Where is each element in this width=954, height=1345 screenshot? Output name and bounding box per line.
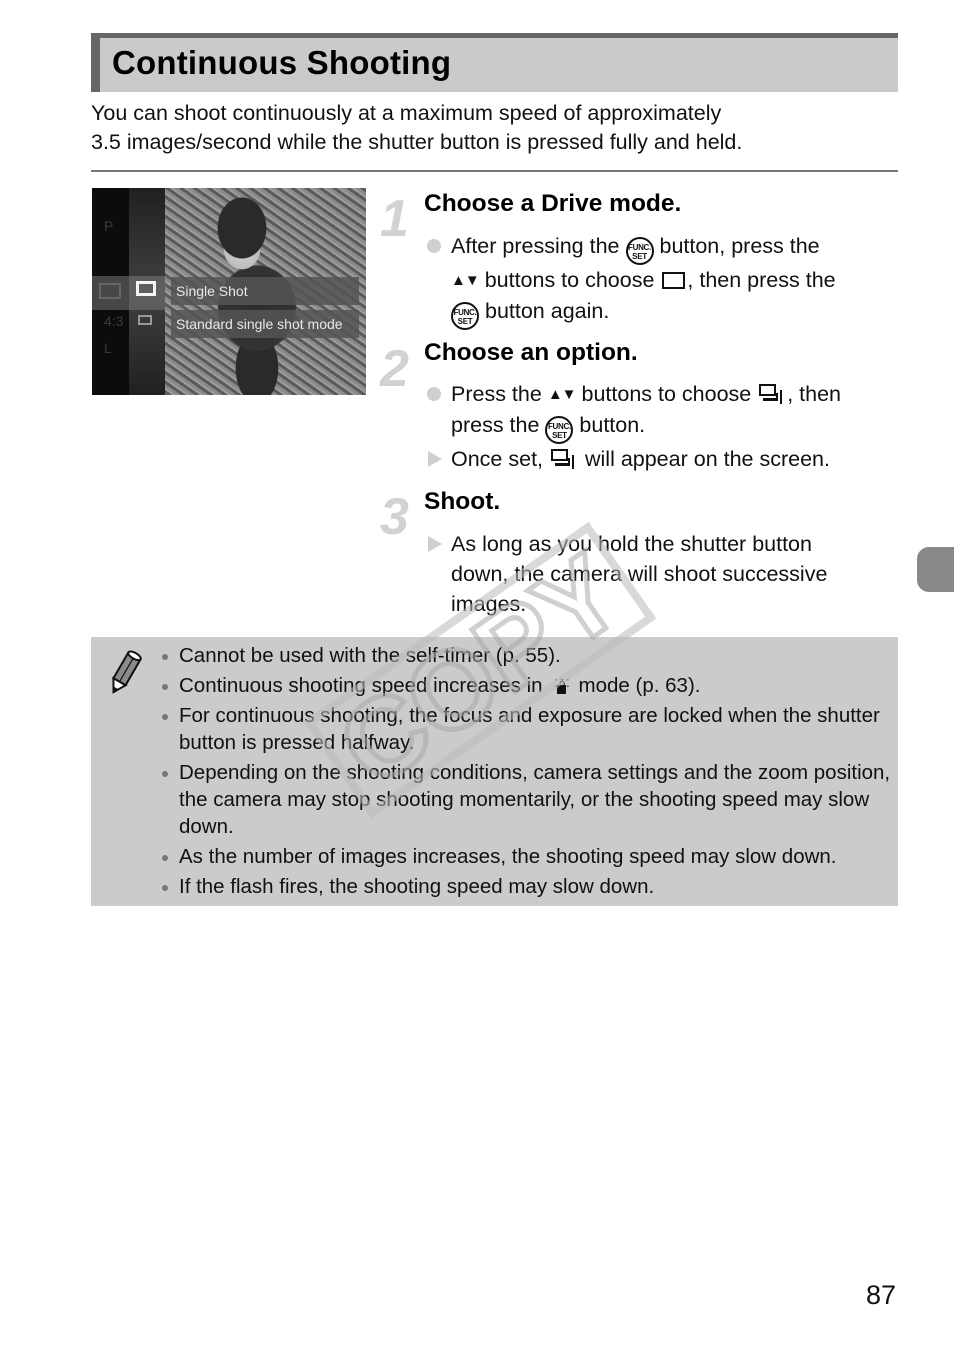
step-title-1: Choose a Drive mode. <box>424 190 682 217</box>
note-item: Depending on the shooting conditions, ca… <box>159 759 894 840</box>
step-2-result: Once set, will appear on the screen. <box>424 444 904 474</box>
continuous-shooting-icon <box>551 449 577 469</box>
section-title-bar: Continuous Shooting <box>91 33 898 92</box>
note-item: As the number of images increases, the s… <box>159 843 894 870</box>
chapter-tab <box>917 547 954 592</box>
step-title-3: Shoot. <box>424 488 501 515</box>
bullet-dot-icon <box>427 239 441 253</box>
step-number-2: 2 <box>380 340 409 398</box>
continuous-icon-dim <box>138 315 152 325</box>
continuous-shooting-icon <box>759 384 785 404</box>
menu-item-aspect: 4:3 <box>104 313 124 329</box>
step-body-2: Press the ▲▼ buttons to choose , then pr… <box>424 379 904 474</box>
step-2-instruction: Press the ▲▼ buttons to choose , then pr… <box>424 379 904 444</box>
func-set-button-icon: FUNC. SET <box>451 302 479 330</box>
single-shot-icon-selected <box>136 281 156 296</box>
flash-mode-icon: ⁚ǒ⁚ <box>549 673 573 695</box>
step-number-1: 1 <box>380 190 409 248</box>
note-item: Cannot be used with the self-timer (p. 5… <box>159 642 894 669</box>
screen-label-description: Standard single shot mode <box>171 310 359 338</box>
pencil-icon <box>112 650 142 694</box>
notes-box: Cannot be used with the self-timer (p. 5… <box>91 637 898 906</box>
step-title-2: Choose an option. <box>424 339 638 366</box>
single-shot-icon <box>662 272 686 289</box>
single-shot-icon-dim <box>99 283 121 299</box>
screen-label-option: Single Shot <box>171 277 359 305</box>
page-number: 87 <box>866 1280 897 1310</box>
note-item: Continuous shooting speed increases in ⁚ǒ… <box>159 672 894 699</box>
camera-screen-illustration: P 4:3 L Single Shot Standard single shot… <box>92 188 366 395</box>
note-item: If the flash fires, the shooting speed m… <box>159 873 894 900</box>
up-down-arrows-icon: ▲▼ <box>547 386 577 403</box>
menu-item-mode: P <box>104 218 114 234</box>
step-body-1: After pressing the FUNC. SET button, pres… <box>424 231 904 330</box>
note-item: For continuous shooting, the focus and e… <box>159 702 894 756</box>
page-title: Continuous Shooting <box>112 44 452 81</box>
intro-paragraph: You can shoot continuously at a maximum … <box>91 99 891 157</box>
result-triangle-icon <box>428 451 442 467</box>
step-1-instruction: After pressing the FUNC. SET button, pres… <box>424 231 904 330</box>
func-set-button-icon: FUNC. SET <box>545 416 574 444</box>
menu-item-size: L <box>104 340 112 356</box>
bullet-dot-icon <box>427 387 441 401</box>
func-set-button-icon: FUNC. SET <box>625 237 654 265</box>
notes-list: Cannot be used with the self-timer (p. 5… <box>159 642 894 903</box>
result-triangle-icon <box>428 536 442 552</box>
up-down-arrows-icon: ▲▼ <box>451 272 480 289</box>
intro-line-2: 3.5 images/second while the shutter butt… <box>91 130 743 154</box>
step-body-3: As long as you hold the shutter button d… <box>424 529 874 619</box>
step-number-3: 3 <box>380 488 409 546</box>
intro-line-1: You can shoot continuously at a maximum … <box>91 101 722 125</box>
divider <box>91 170 898 172</box>
step-3-result: As long as you hold the shutter button d… <box>424 529 874 619</box>
